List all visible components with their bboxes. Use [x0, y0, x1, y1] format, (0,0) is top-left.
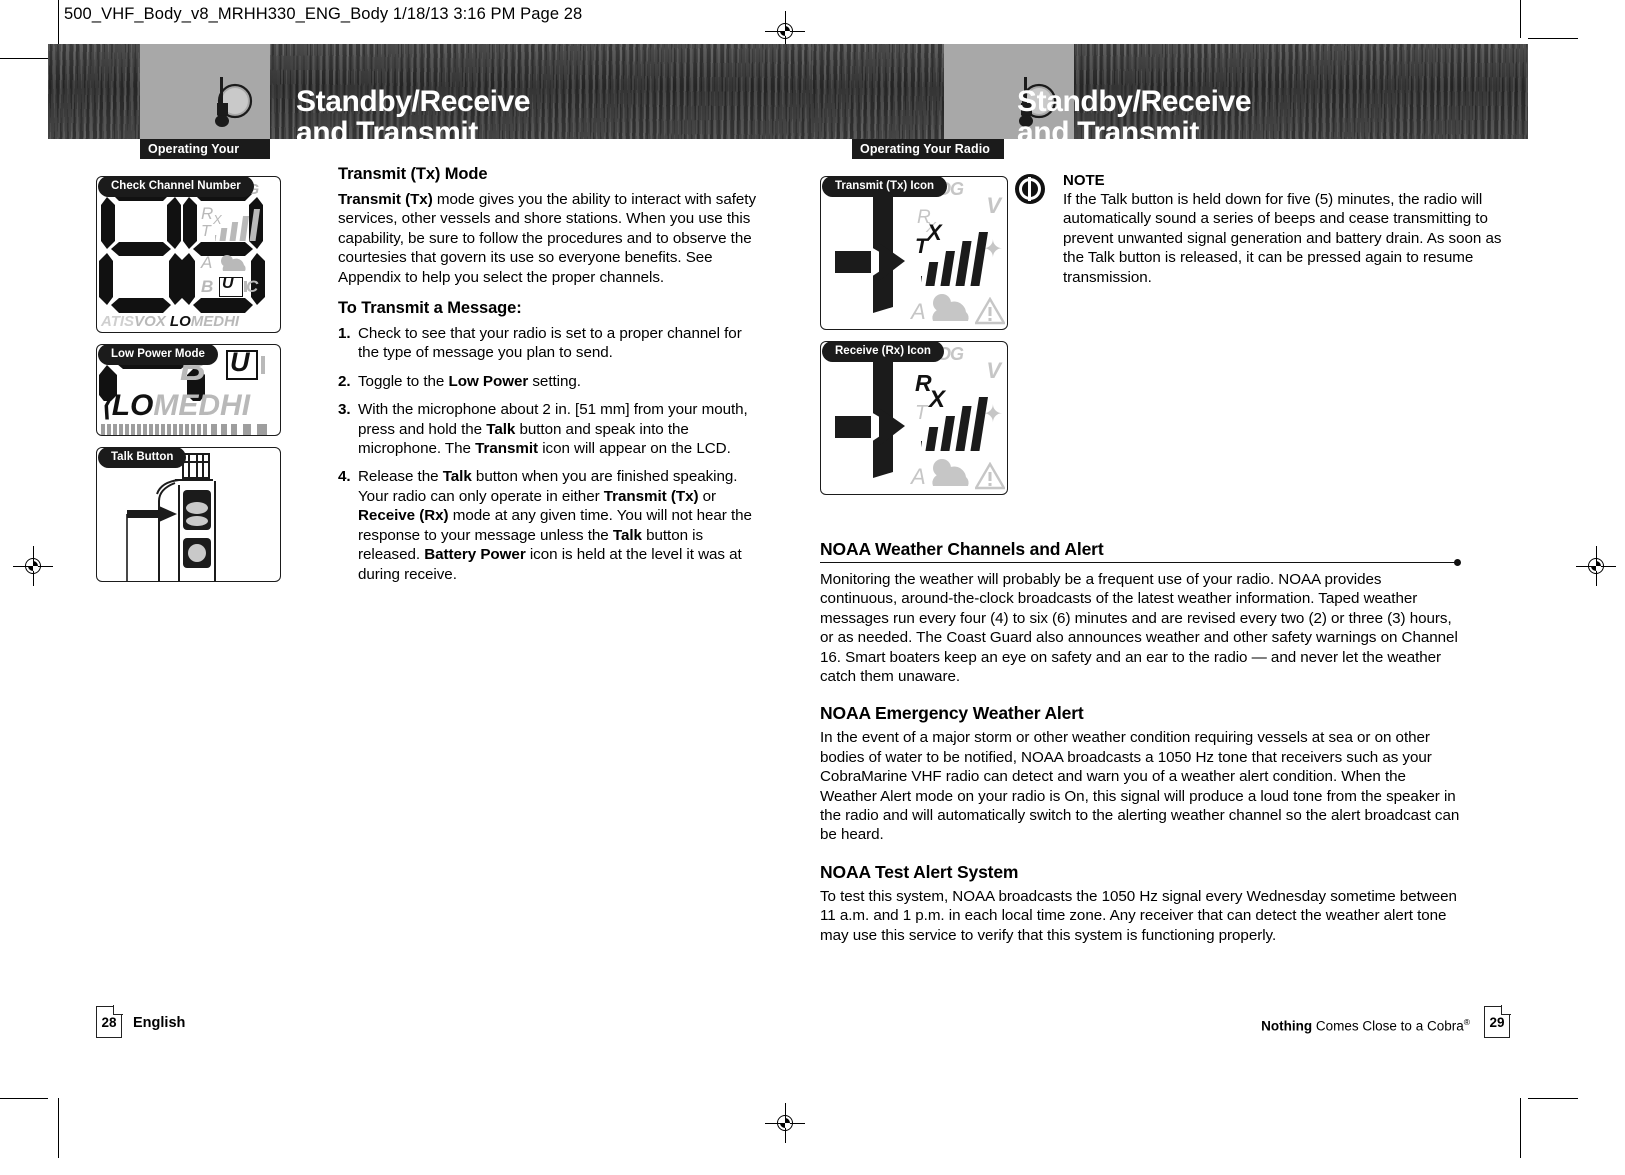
left-page-body-column: Transmit (Tx) Mode Transmit (Tx) mode gi…	[338, 165, 758, 593]
callout-transmit-tx-icon: Transmit (Tx) Icon V ✦ R X T X A	[820, 176, 1008, 330]
callout-check-channel-number: Check Channel Number R X T A B C U ATISV…	[96, 176, 281, 333]
list-item: 2. Toggle to the Low Power setting.	[338, 372, 758, 391]
note-icon	[1015, 174, 1045, 204]
tagline-registered-mark: ®	[1463, 1017, 1470, 1027]
step-number: 2.	[338, 372, 351, 390]
intro-bold-lead: Transmit (Tx)	[338, 191, 433, 208]
right-callout-column: Transmit (Tx) Icon V ✦ R X T X A Receive…	[820, 165, 1008, 504]
paragraph-noaa-weather: Monitoring the weather will probably be …	[820, 571, 1458, 686]
tagline-bold: Nothing	[1261, 1018, 1313, 1034]
left-header-title: Standby/Receive and Transmit	[296, 85, 531, 149]
left-page: Operating Your Radio Standby/Receive and…	[48, 44, 814, 1094]
lcd-receive-icon: ♪♪ROG V ✦ R X T	[820, 341, 1008, 495]
step-text: Check to see that your radio is set to a…	[358, 325, 742, 362]
step-number: 1.	[338, 325, 351, 343]
step-text: With the microphone about 2 in. [51 mm] …	[358, 401, 748, 458]
noaa-sections: NOAA Weather Channels and Alert Monitori…	[820, 539, 1461, 957]
left-header-title-line1: Standby/Receive	[296, 85, 531, 118]
noaa-weather-heading-wrap: NOAA Weather Channels and Alert	[820, 539, 1461, 566]
callout-low-power-mode: Low Power Mode B U ⟨LOMEDHI	[96, 344, 281, 436]
footer-tagline: Nothing Comes Close to a Cobra®	[1261, 1017, 1470, 1034]
callout-label-low-power-mode: Low Power Mode	[98, 344, 218, 365]
heading-noaa-test-alert: NOAA Test Alert System	[820, 861, 1019, 882]
lcd-check-channel-number: ROG ♪ R X T	[96, 176, 281, 333]
note-text: If the Talk button is held down for five…	[1063, 191, 1502, 286]
right-header-title: Standby/Receive and Transmit	[1017, 85, 1252, 149]
page-number-badge-right: 29	[1484, 1005, 1511, 1038]
tagline-rest: Comes Close to a Cobra	[1312, 1018, 1464, 1034]
callout-label-receive-rx-icon: Receive (Rx) Icon	[822, 341, 944, 362]
paragraph-transmit-intro: Transmit (Tx) mode gives you the ability…	[338, 190, 758, 287]
list-item: 3. With the microphone about 2 in. [51 m…	[338, 400, 758, 458]
heading-rule-dot	[1454, 559, 1461, 566]
right-page: Operating Your Radio Standby/Receive and…	[812, 44, 1528, 1094]
step-number: 3.	[338, 401, 351, 419]
section-heading-transmit-mode: Transmit (Tx) Mode	[338, 165, 488, 183]
callout-label-talk-button: Talk Button	[98, 447, 187, 468]
callout-receive-rx-icon: Receive (Rx) Icon ♪♪ROG	[820, 341, 1008, 495]
note-block: NOTE If the Talk button is held down for…	[1015, 172, 1506, 287]
right-header-tag: Operating Your Radio	[852, 139, 1004, 159]
left-header-tag: Operating Your Radio	[140, 139, 270, 176]
lcd-artwork-1: ROG ♪ R X T	[97, 177, 280, 332]
page-number-badge-left: 28	[96, 1005, 123, 1038]
list-item: 1. Check to see that your radio is set t…	[338, 324, 758, 363]
paragraph-noaa-emergency: In the event of a major storm or other w…	[820, 729, 1460, 844]
step-text: Toggle to the Low Power setting.	[358, 372, 581, 390]
left-header-icon-panel	[140, 44, 270, 139]
footer-language-label: English	[133, 1015, 186, 1031]
left-header-title-line2: and Transmit	[296, 116, 478, 149]
step-text: Release the Talk button when you are fin…	[358, 468, 752, 583]
step-number: 4.	[338, 468, 351, 486]
lcd-artwork-tx: ♪♪ROG V ✦ R X T X	[821, 177, 1007, 329]
transmit-steps-list: 1. Check to see that your radio is set t…	[338, 324, 758, 584]
paragraph-noaa-test: To test this system, NOAA broadcasts the…	[820, 887, 1457, 944]
right-header-title-line1: Standby/Receive	[1017, 85, 1252, 118]
heading-noaa-emergency-alert: NOAA Emergency Weather Alert	[820, 703, 1084, 724]
page-number-right: 29	[1489, 1015, 1505, 1030]
note-title: NOTE	[1063, 172, 1105, 189]
callout-label-transmit-tx-icon: Transmit (Tx) Icon	[822, 176, 948, 197]
callout-label-check-channel-number: Check Channel Number	[98, 176, 254, 197]
handheld-radio-icon	[215, 77, 253, 127]
heading-noaa-weather-channels: NOAA Weather Channels and Alert	[820, 539, 1104, 559]
callout-talk-button: Talk Button	[96, 447, 281, 582]
lcd-transmit-icon: ♪♪ROG V ✦ R X T X	[820, 176, 1008, 330]
left-callout-column: Check Channel Number R X T A B C U ATISV…	[96, 165, 281, 591]
right-header-title-line2: and Transmit	[1017, 116, 1199, 149]
heading-rule	[820, 561, 1460, 563]
page-spread: Operating Your Radio Standby/Receive and…	[0, 0, 1625, 1175]
lcd-artwork-rx: ♪♪ROG V ✦ R X T	[821, 342, 1007, 494]
page-number-left: 28	[101, 1015, 117, 1030]
section-heading-to-transmit: To Transmit a Message:	[338, 299, 522, 318]
list-item: 4. Release the Talk button when you are …	[338, 467, 758, 583]
